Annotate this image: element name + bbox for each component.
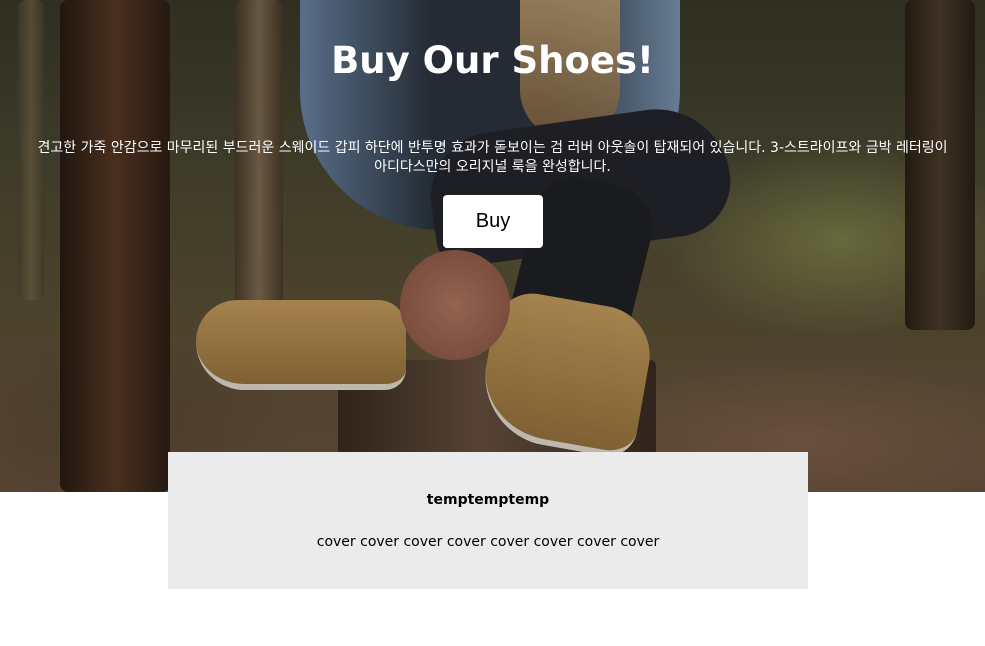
card-text: cover cover cover cover cover cover cove… (316, 534, 660, 550)
card-title: temptemptemp (426, 492, 550, 508)
hero-description: 견고한 가죽 안감으로 마무리된 부드러운 스웨이드 갑피 하단에 반투명 효과… (37, 140, 948, 175)
hero-section: Buy Our Shoes! 견고한 가죽 안감으로 마무리된 부드러운 스웨이… (0, 0, 985, 492)
buy-button[interactable]: Buy (443, 195, 543, 248)
info-card: temptemptemp cover cover cover cover cov… (168, 452, 808, 589)
hero-title: Buy Our Shoes! (331, 39, 654, 82)
